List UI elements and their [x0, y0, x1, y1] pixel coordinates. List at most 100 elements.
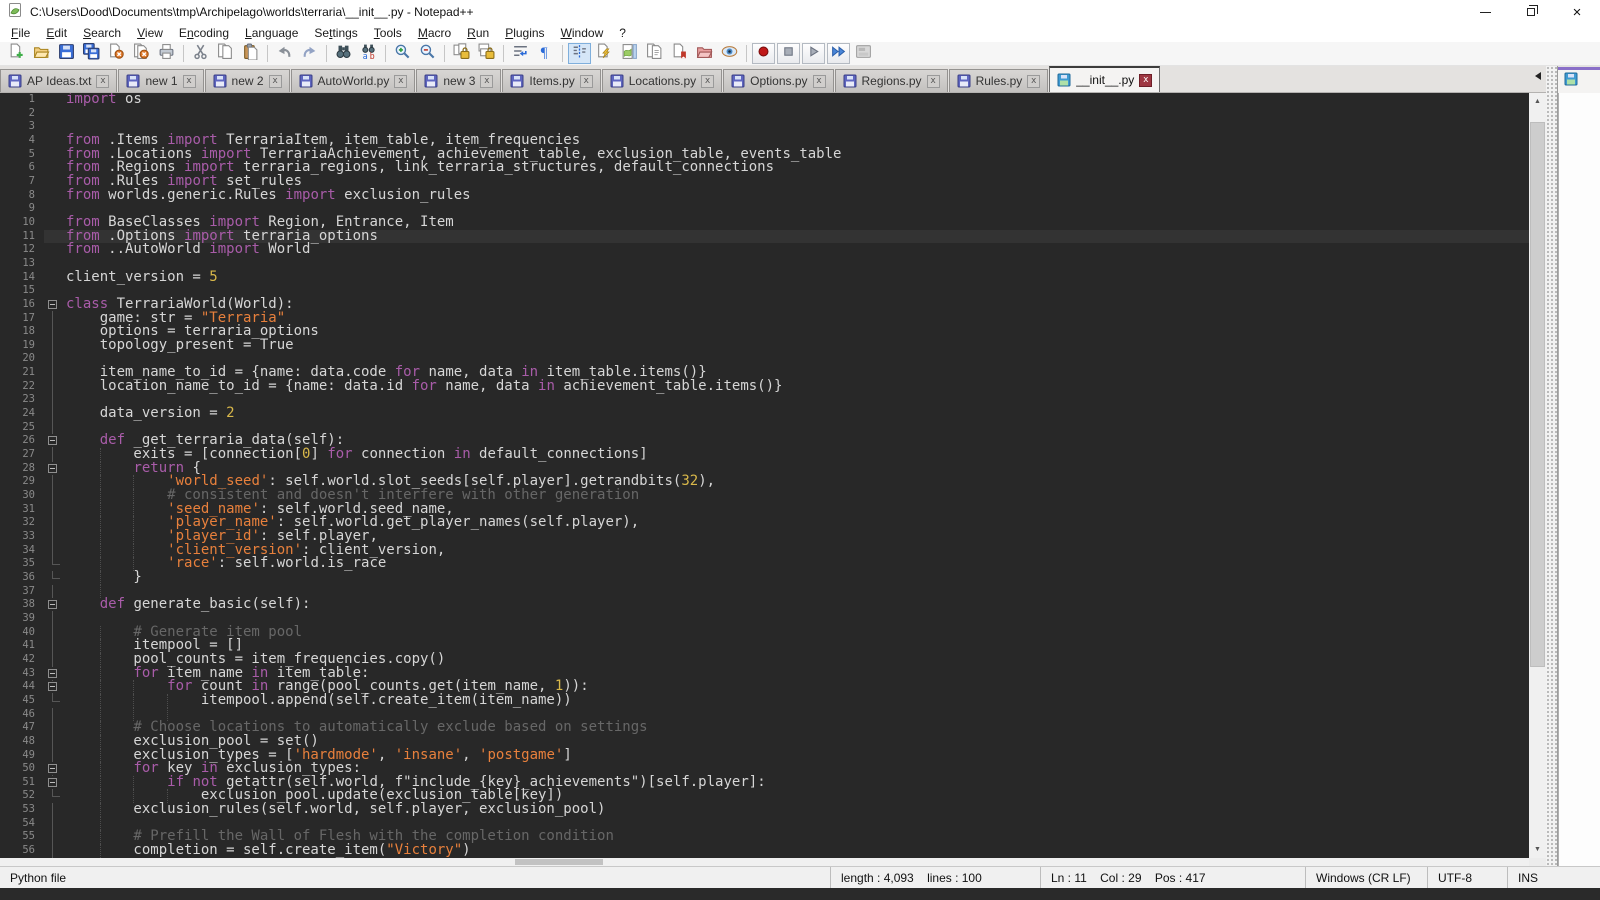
- document-list-button[interactable]: [643, 43, 666, 64]
- zoom-out-button[interactable]: [416, 43, 439, 64]
- vertical-scrollbar[interactable]: ▲ ▼: [1529, 93, 1546, 858]
- fold-margin[interactable]: [44, 134, 64, 148]
- fold-margin[interactable]: [44, 189, 64, 203]
- horizontal-scrollbar-thumb[interactable]: [515, 859, 603, 865]
- fold-margin[interactable]: [44, 489, 64, 503]
- fold-margin[interactable]: [44, 339, 64, 353]
- fold-margin[interactable]: [44, 284, 64, 298]
- code-line[interactable]: 12from ..AutoWorld import World: [0, 243, 1529, 257]
- fold-margin[interactable]: [44, 516, 64, 530]
- macro-record-button[interactable]: [752, 43, 775, 64]
- fold-margin[interactable]: [44, 366, 64, 380]
- macro-playback-button[interactable]: [802, 43, 825, 64]
- fold-margin[interactable]: [44, 271, 64, 285]
- zoom-in-button[interactable]: [391, 43, 414, 64]
- tab-rules-py[interactable]: Rules.pyx: [949, 69, 1049, 92]
- fold-margin[interactable]: [44, 530, 64, 544]
- tab-close-button[interactable]: x: [394, 75, 407, 88]
- fold-margin[interactable]: [44, 749, 64, 763]
- fold-margin[interactable]: [44, 230, 64, 244]
- fold-margin[interactable]: [44, 694, 64, 708]
- tab-close-button[interactable]: x: [1027, 75, 1040, 88]
- menu-window[interactable]: Window: [553, 25, 612, 41]
- tab-close-button[interactable]: x: [927, 75, 940, 88]
- tab-items-py[interactable]: Items.pyx: [502, 69, 600, 92]
- fold-margin[interactable]: [44, 462, 64, 476]
- fold-margin[interactable]: [44, 120, 64, 134]
- fold-margin[interactable]: [44, 148, 64, 162]
- fold-margin[interactable]: [44, 667, 64, 681]
- code-line[interactable]: 56 completion = self.create_item("Victor…: [0, 844, 1529, 858]
- fold-margin[interactable]: [44, 830, 64, 844]
- folder-as-workspace-button[interactable]: [693, 43, 716, 64]
- tab-new-1[interactable]: new 1x: [118, 69, 203, 92]
- fold-margin[interactable]: [44, 735, 64, 749]
- view-splitter[interactable]: [1546, 66, 1558, 866]
- fold-margin[interactable]: [44, 202, 64, 216]
- menu-file[interactable]: File: [3, 25, 38, 41]
- fold-margin[interactable]: [44, 175, 64, 189]
- fold-margin[interactable]: [44, 612, 64, 626]
- tab-options-py[interactable]: Options.pyx: [723, 69, 833, 92]
- menu-[interactable]: ?: [611, 25, 634, 41]
- sync-vertical-scrolling-button[interactable]: [450, 43, 473, 64]
- code-line[interactable]: 13: [0, 257, 1529, 271]
- fold-margin[interactable]: [44, 708, 64, 722]
- menu-edit[interactable]: Edit: [38, 25, 75, 41]
- fold-margin[interactable]: [44, 393, 64, 407]
- restore-button[interactable]: [1508, 0, 1554, 24]
- fold-margin[interactable]: [44, 257, 64, 271]
- print-button[interactable]: [155, 43, 178, 64]
- tab-close-button[interactable]: x: [269, 75, 282, 88]
- code-line[interactable]: 24 data_version = 2: [0, 407, 1529, 421]
- tab-close-button[interactable]: x: [580, 75, 593, 88]
- fold-margin[interactable]: [44, 762, 64, 776]
- fold-margin[interactable]: [44, 380, 64, 394]
- code-area[interactable]: 1import os234from .Items import Terraria…: [0, 93, 1529, 858]
- fold-margin[interactable]: [44, 434, 64, 448]
- fold-margin[interactable]: [44, 312, 64, 326]
- word-wrap-button[interactable]: [509, 43, 532, 64]
- fold-margin[interactable]: [44, 448, 64, 462]
- close-button[interactable]: ×: [1554, 0, 1600, 24]
- tab--init-py[interactable]: __init__.pyx: [1049, 66, 1160, 92]
- code-line[interactable]: 27 exits = [connection[0] for connection…: [0, 448, 1529, 462]
- fold-margin[interactable]: [44, 721, 64, 735]
- open-file-button[interactable]: [30, 43, 53, 64]
- tab-autoworld-py[interactable]: AutoWorld.pyx: [291, 69, 416, 92]
- tab-close-button[interactable]: x: [813, 75, 826, 88]
- code-line[interactable]: 14client_version = 5: [0, 271, 1529, 285]
- tab-close-button[interactable]: x: [183, 75, 196, 88]
- secondary-tab-fragment[interactable]: [1558, 67, 1600, 93]
- document-switcher-button[interactable]: [668, 43, 691, 64]
- tab-new-3[interactable]: new 3x: [416, 69, 501, 92]
- macro-run-multiple-button[interactable]: [827, 43, 850, 64]
- fold-margin[interactable]: [44, 475, 64, 489]
- tab-close-button[interactable]: x: [96, 75, 109, 88]
- code-line[interactable]: 53 exclusion_rules(self.world, self.play…: [0, 803, 1529, 817]
- menu-view[interactable]: View: [129, 25, 171, 41]
- fold-margin[interactable]: [44, 421, 64, 435]
- fold-margin[interactable]: [44, 789, 64, 803]
- fold-margin[interactable]: [44, 216, 64, 230]
- fold-margin[interactable]: [44, 776, 64, 790]
- code-line[interactable]: 45 itempool.append(self.create_item(item…: [0, 694, 1529, 708]
- code-line[interactable]: 38 def generate_basic(self):: [0, 598, 1529, 612]
- vertical-scrollbar-thumb[interactable]: [1530, 122, 1545, 667]
- menu-language[interactable]: Language: [237, 25, 306, 41]
- fold-margin[interactable]: [44, 325, 64, 339]
- fold-margin[interactable]: [44, 817, 64, 831]
- close-file-button[interactable]: [105, 43, 128, 64]
- macro-stop-button[interactable]: [777, 43, 800, 64]
- scroll-up-arrow[interactable]: ▲: [1529, 93, 1546, 110]
- fold-margin[interactable]: [44, 161, 64, 175]
- fold-margin[interactable]: [44, 107, 64, 121]
- fold-margin[interactable]: [44, 352, 64, 366]
- save-all-button[interactable]: [80, 43, 103, 64]
- redo-button[interactable]: [298, 43, 321, 64]
- monitoring-eye-button[interactable]: [718, 43, 741, 64]
- fold-margin[interactable]: [44, 243, 64, 257]
- menu-tools[interactable]: Tools: [366, 25, 410, 41]
- tab-regions-py[interactable]: Regions.pyx: [835, 69, 948, 92]
- fold-margin[interactable]: [44, 557, 64, 571]
